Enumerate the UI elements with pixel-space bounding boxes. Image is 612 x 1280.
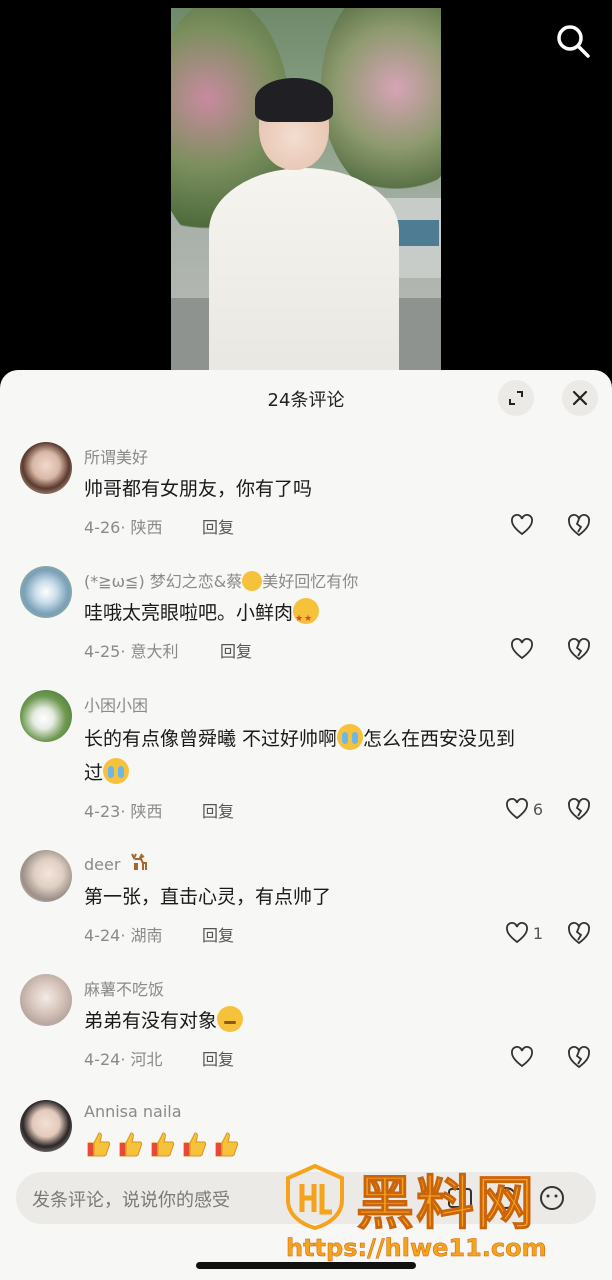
kiss-emoji-icon: [242, 571, 263, 591]
watermark-title: 黑料网: [355, 1169, 537, 1238]
watermark-url: https://hlwe11.com: [286, 1234, 547, 1263]
watermark-logo: [286, 1164, 344, 1230]
thumbs-up-emoji-row: [84, 1130, 240, 1158]
comment-text-part: 怎么在西安没见到: [363, 728, 516, 750]
star-eyes-emoji-icon: [293, 598, 320, 636]
thumbs-up-icon: [119, 1132, 143, 1157]
like-button[interactable]: [494, 512, 554, 538]
search-icon[interactable]: [552, 20, 594, 62]
avatar[interactable]: [20, 566, 72, 618]
close-button[interactable]: [562, 380, 598, 416]
reply-button[interactable]: 回复: [220, 638, 252, 662]
thumbs-up-icon: [151, 1132, 175, 1157]
deer-icon: [130, 853, 147, 870]
emoji-icon[interactable]: [538, 1184, 566, 1212]
comment-username[interactable]: Annisa naila: [84, 1102, 182, 1121]
broken-heart-icon[interactable]: [566, 512, 592, 538]
comment-username[interactable]: (*≧ω≦) 梦幻之恋&蔡 美好回忆有你: [84, 568, 358, 592]
username-part: deer: [84, 855, 121, 874]
heart-icon: [511, 514, 533, 536]
comment-text-part: 过: [84, 762, 104, 784]
heart-icon: [511, 638, 533, 660]
reply-button[interactable]: 回复: [202, 798, 234, 822]
like-count: 1: [532, 923, 544, 943]
comment-text: 帅哥都有女朋友，你有了吗: [84, 478, 313, 500]
comment-text: 弟弟有没有对象: [84, 1004, 584, 1038]
comment-text-part: 长的有点像曾舜曦 不过好帅啊: [84, 728, 338, 750]
username-part: 美好回忆有你: [262, 572, 359, 591]
comment-meta: 4-25· 意大利: [84, 642, 179, 661]
thumbs-up-icon: [87, 1132, 111, 1157]
comment-meta: 4-24· 河北: [84, 1050, 163, 1069]
comment-text: 第一张，直击心灵，有点帅了: [84, 886, 332, 908]
comment-username[interactable]: 所谓美好: [84, 444, 148, 468]
home-indicator[interactable]: [196, 1262, 416, 1269]
like-button[interactable]: 1: [494, 920, 554, 946]
reply-button[interactable]: 回复: [202, 514, 234, 538]
broken-heart-icon[interactable]: [566, 636, 592, 662]
heart-icon: [505, 798, 528, 820]
thinking-emoji-icon: [217, 1006, 244, 1032]
comment-username[interactable]: 小困小困: [84, 692, 148, 716]
video-photo[interactable]: [171, 8, 441, 370]
comment-text-part: 哇哦太亮眼啦吧。小鲜肉: [84, 602, 294, 624]
comment-input-placeholder: 发条评论，说说你的感受: [32, 1190, 230, 1211]
avatar[interactable]: [20, 690, 72, 742]
close-icon: [572, 390, 588, 406]
crying-emoji-icon: [337, 724, 364, 750]
crying-emoji-icon: [103, 758, 130, 784]
comment-text: 哇哦太亮眼啦吧。小鲜肉: [84, 596, 584, 636]
like-button[interactable]: [494, 1044, 554, 1070]
broken-heart-icon[interactable]: [566, 796, 592, 822]
username-part: (*≧ω≦) 梦幻之恋&蔡: [84, 572, 243, 591]
comment-username[interactable]: deer: [84, 852, 152, 874]
video-area[interactable]: [0, 0, 612, 370]
thumbs-up-icon: [183, 1132, 207, 1157]
comment-username[interactable]: 麻薯不吃饭: [84, 976, 164, 1000]
avatar[interactable]: [20, 1100, 72, 1152]
expand-button[interactable]: [498, 380, 534, 416]
like-button[interactable]: [494, 636, 554, 662]
broken-heart-icon[interactable]: [566, 1044, 592, 1070]
avatar[interactable]: [20, 850, 72, 902]
comment-text: 长的有点像曾舜曦 不过好帅啊 怎么在西安没见到 过: [84, 722, 584, 790]
reply-button[interactable]: 回复: [202, 1046, 234, 1070]
like-button[interactable]: 6: [494, 796, 554, 822]
like-count: 6: [532, 799, 544, 819]
avatar[interactable]: [20, 442, 72, 494]
broken-heart-icon[interactable]: [566, 920, 592, 946]
expand-icon: [509, 391, 523, 405]
reply-button[interactable]: 回复: [202, 922, 234, 946]
comment-meta: 4-26· 陕西: [84, 518, 163, 537]
avatar[interactable]: [20, 974, 72, 1026]
heart-icon: [511, 1046, 533, 1068]
thumbs-up-icon: [215, 1132, 239, 1157]
comment-text-part: 弟弟有没有对象: [84, 1010, 218, 1032]
comment-meta: 4-24· 湖南: [84, 926, 163, 945]
heart-icon: [505, 922, 528, 944]
comment-meta: 4-23· 陕西: [84, 802, 163, 821]
